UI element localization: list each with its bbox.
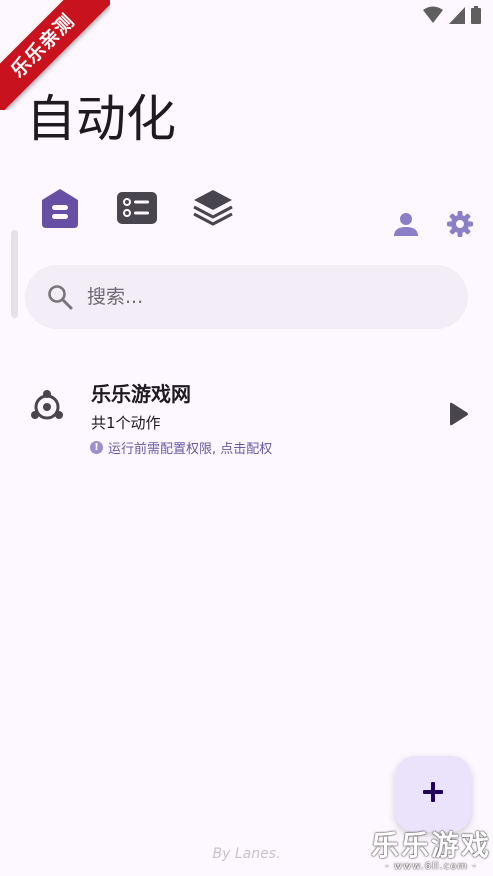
watermark-title: 乐乐游戏 (370, 829, 491, 862)
ribbon-label: 乐乐亲测 (0, 0, 110, 110)
add-icon (423, 782, 443, 806)
info-icon: ! (90, 441, 103, 454)
layers-icon (192, 188, 234, 232)
item-title: 乐乐游戏网 (91, 382, 191, 406)
home-icon (40, 188, 80, 232)
tab-layers[interactable] (190, 189, 236, 231)
tab-home[interactable] (38, 189, 82, 231)
add-automation-button[interactable] (395, 756, 471, 832)
battery-icon (471, 6, 481, 28)
list-icon (116, 191, 158, 229)
wifi-icon (423, 6, 443, 28)
corner-ribbon: 乐乐亲测 (0, 0, 110, 110)
watermark-url: - www.6ll.com - (385, 861, 477, 872)
account-button[interactable] (391, 212, 421, 240)
search-icon (47, 284, 73, 314)
watermark: 乐乐游戏 - www.6ll.com - (370, 829, 491, 873)
gear-icon (446, 210, 474, 242)
scroll-indicator[interactable] (11, 230, 18, 318)
person-icon (393, 211, 419, 241)
status-icons (423, 6, 481, 28)
tab-list[interactable] (114, 189, 160, 231)
play-button[interactable] (447, 402, 469, 430)
play-icon (447, 402, 469, 430)
settings-button[interactable] (444, 211, 476, 241)
search-input[interactable] (87, 265, 447, 329)
cell-signal-icon (449, 6, 465, 28)
hub-icon (30, 390, 64, 428)
permission-warning[interactable]: ! 运行前需配置权限, 点击配权 (90, 438, 272, 457)
list-item[interactable]: 乐乐游戏网 共1个动作 ! 运行前需配置权限, 点击配权 (0, 368, 493, 468)
warning-text: 运行前需配置权限, 点击配权 (108, 442, 273, 457)
search-bar[interactable] (25, 265, 468, 329)
item-subtitle: 共1个动作 (91, 414, 161, 432)
